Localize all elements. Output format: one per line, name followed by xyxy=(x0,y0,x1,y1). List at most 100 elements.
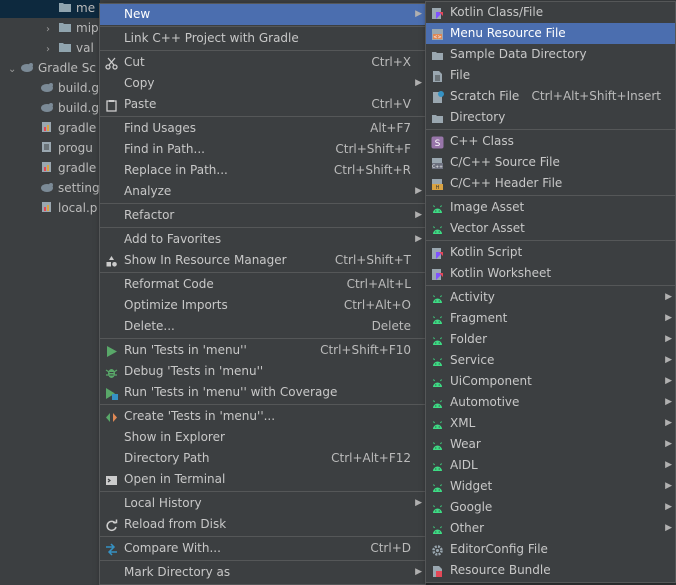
menu-item-c-class[interactable]: S C++ Class xyxy=(426,131,675,152)
folder-icon xyxy=(431,111,444,124)
menu-item-kotlin-worksheet[interactable]: Kotlin Worksheet xyxy=(426,263,675,284)
menu-item-open-in-terminal[interactable]: Open in Terminal xyxy=(100,469,425,490)
menu-item-mark-directory-as[interactable]: Mark Directory as ▶ xyxy=(100,562,425,583)
expand-arrow-icon[interactable]: › xyxy=(46,40,58,60)
menu-item-label: Create 'Tests in 'menu''... xyxy=(124,409,276,423)
run-icon xyxy=(105,344,118,357)
shortcut-label: Ctrl+Alt+Shift+Insert xyxy=(531,89,661,103)
tree-item[interactable]: › mip xyxy=(0,18,100,38)
menu-item-image-asset[interactable]: Image Asset xyxy=(426,197,675,218)
menu-item-label: Activity xyxy=(450,290,495,304)
menu-item-vector-asset[interactable]: Vector Asset xyxy=(426,218,675,239)
menu-item-aidl[interactable]: AIDL ▶ xyxy=(426,455,675,476)
menu-item-editorconfig-file[interactable]: EditorConfig File xyxy=(426,539,675,560)
menu-item-activity[interactable]: Activity ▶ xyxy=(426,287,675,308)
menu-item-find-in-path[interactable]: Find in Path... Ctrl+Shift+F xyxy=(100,139,425,160)
menu-item-add-to-favorites[interactable]: Add to Favorites ▶ xyxy=(100,229,425,250)
scratch-icon xyxy=(431,90,444,103)
menu-item-new[interactable]: New ▶ xyxy=(100,4,425,25)
tree-item[interactable]: › val xyxy=(0,38,100,58)
expand-arrow-icon[interactable]: ⌄ xyxy=(8,60,20,80)
menu-item-kotlin-script[interactable]: Kotlin Script xyxy=(426,242,675,263)
menu-item-google[interactable]: Google ▶ xyxy=(426,497,675,518)
menu-item-label: Compare With... xyxy=(124,541,221,555)
tree-item[interactable]: local.p xyxy=(0,198,100,218)
menu-item-run-tests-in-menu[interactable]: Run 'Tests in 'menu'' Ctrl+Shift+F10 xyxy=(100,340,425,361)
tree-item[interactable]: progu xyxy=(0,138,100,158)
submenu-arrow-icon: ▶ xyxy=(415,567,422,577)
menures-icon: <> xyxy=(431,27,444,41)
submenu-arrow-icon: ▶ xyxy=(665,376,672,386)
menu-item-widget[interactable]: Widget ▶ xyxy=(426,476,675,497)
menu-item-automotive[interactable]: Automotive ▶ xyxy=(426,392,675,413)
menu-item-compare-with[interactable]: Compare With... Ctrl+D xyxy=(100,538,425,559)
tree-item[interactable]: build.g xyxy=(0,78,100,98)
menu-item-analyze[interactable]: Analyze ▶ xyxy=(100,181,425,202)
menu-item-c-c-source-file[interactable]: C++ C/C++ Source File xyxy=(426,152,675,173)
menu-item-reload-from-disk[interactable]: Reload from Disk xyxy=(100,514,425,535)
menu-item-reformat-code[interactable]: Reformat Code Ctrl+Alt+L xyxy=(100,274,425,295)
tree-item[interactable]: setting xyxy=(0,178,100,198)
prop-icon xyxy=(40,119,54,132)
tree-item[interactable]: gradle xyxy=(0,118,100,138)
menu-item-resource-bundle[interactable]: Resource Bundle xyxy=(426,560,675,581)
menu-item-debug-tests-in-menu[interactable]: Debug 'Tests in 'menu'' xyxy=(100,361,425,382)
cppclass-icon: S xyxy=(431,135,444,149)
menu-item-find-usages[interactable]: Find Usages Alt+F7 xyxy=(100,118,425,139)
menu-item-copy[interactable]: Copy ▶ xyxy=(100,73,425,94)
gear-icon xyxy=(431,543,444,556)
menu-item-delete[interactable]: Delete... Delete xyxy=(100,316,425,337)
menu-item-file[interactable]: File xyxy=(426,65,675,86)
menu-separator xyxy=(100,404,425,405)
tree-item[interactable]: gradle xyxy=(0,158,100,178)
expand-arrow-icon[interactable]: › xyxy=(46,20,58,40)
svg-text:C++: C++ xyxy=(432,164,443,170)
gradle-icon xyxy=(20,59,34,72)
kotlin-icon xyxy=(431,6,444,19)
menu-item-run-tests-in-menu-with-coverage[interactable]: Run 'Tests in 'menu'' with Coverage xyxy=(100,382,425,403)
menu-item-replace-in-path[interactable]: Replace in Path... Ctrl+Shift+R xyxy=(100,160,425,181)
tree-item-label: build.g xyxy=(58,81,99,95)
scissors-icon xyxy=(105,56,118,70)
menu-item-label: Replace in Path... xyxy=(124,163,228,177)
tree-item-label: local.p xyxy=(58,201,98,215)
menu-separator xyxy=(426,285,675,286)
tree-item-label: val xyxy=(76,41,94,55)
menu-item-c-c-header-file[interactable]: H C/C++ Header File xyxy=(426,173,675,194)
menu-item-show-in-explorer[interactable]: Show in Explorer xyxy=(100,427,425,448)
menu-item-show-in-resource-manager[interactable]: Show In Resource Manager Ctrl+Shift+T xyxy=(100,250,425,271)
menu-item-label: EditorConfig File xyxy=(450,542,548,556)
menu-item-other[interactable]: Other ▶ xyxy=(426,518,675,539)
menu-item-fragment[interactable]: Fragment ▶ xyxy=(426,308,675,329)
menu-item-scratch-file[interactable]: Scratch File Ctrl+Alt+Shift+Insert xyxy=(426,86,675,107)
menu-item-label: Other xyxy=(450,521,485,535)
menu-item-directory-path[interactable]: Directory Path Ctrl+Alt+F12 xyxy=(100,448,425,469)
menu-item-create-tests-in-menu[interactable]: Create 'Tests in 'menu''... xyxy=(100,406,425,427)
menu-item-directory[interactable]: Directory xyxy=(426,107,675,128)
menu-item-kotlin-class-file[interactable]: Kotlin Class/File xyxy=(426,2,675,23)
menu-item-label: Kotlin Class/File xyxy=(450,5,544,19)
menu-item-uicomponent[interactable]: UiComponent ▶ xyxy=(426,371,675,392)
new-submenu: Kotlin Class/File <> Menu Resource File Sam… xyxy=(425,1,676,583)
menu-item-local-history[interactable]: Local History ▶ xyxy=(100,493,425,514)
menu-item-label: UiComponent xyxy=(450,374,532,388)
tree-item[interactable]: build.g xyxy=(0,98,100,118)
tree-item-label: me xyxy=(76,1,96,15)
menu-item-wear[interactable]: Wear ▶ xyxy=(426,434,675,455)
menu-item-optimize-imports[interactable]: Optimize Imports Ctrl+Alt+O xyxy=(100,295,425,316)
menu-item-link-c-project-with-gradle[interactable]: Link C++ Project with Gradle xyxy=(100,28,425,49)
menu-item-refactor[interactable]: Refactor ▶ xyxy=(100,205,425,226)
menu-separator xyxy=(100,227,425,228)
project-tree: me › mip › val ⌄ Gradle Sc build.g build.g gradle… xyxy=(0,0,100,576)
menu-item-cut[interactable]: Cut Ctrl+X xyxy=(100,52,425,73)
menu-item-folder[interactable]: Folder ▶ xyxy=(426,329,675,350)
menu-item-sample-data-directory[interactable]: Sample Data Directory xyxy=(426,44,675,65)
submenu-arrow-icon: ▶ xyxy=(665,481,672,491)
tree-item[interactable]: ⌄ Gradle Sc xyxy=(0,58,100,78)
menu-item-xml[interactable]: XML ▶ xyxy=(426,413,675,434)
menu-item-paste[interactable]: Paste Ctrl+V xyxy=(100,94,425,115)
menu-item-label: Find Usages xyxy=(124,121,197,135)
menu-item-menu-resource-file[interactable]: <> Menu Resource File xyxy=(426,23,675,44)
menu-item-service[interactable]: Service ▶ xyxy=(426,350,675,371)
tree-item[interactable]: me xyxy=(0,0,100,18)
